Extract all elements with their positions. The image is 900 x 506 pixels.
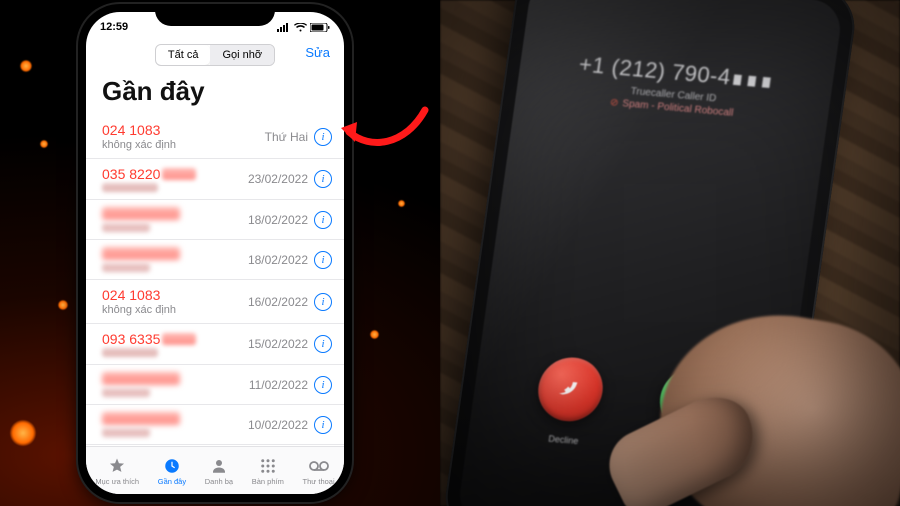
incoming-call-photo: +1 (212) 790-4∎∎∎ Truecaller Caller ID S… (440, 0, 900, 506)
star-icon (107, 456, 127, 476)
call-date: 11/02/2022 (249, 378, 308, 392)
call-date: Thứ Hai (265, 130, 308, 144)
tab-voicemail[interactable]: Thư thoại (303, 456, 335, 486)
call-sublabel (102, 183, 158, 192)
redacted-label (102, 428, 150, 437)
info-icon[interactable]: i (314, 335, 332, 353)
tab-label: Gần đây (158, 477, 186, 486)
person-icon (209, 456, 229, 476)
keypad-icon (258, 456, 278, 476)
hand (580, 236, 900, 506)
redacted-label (102, 223, 150, 232)
notch (155, 4, 275, 26)
ember (58, 300, 68, 310)
page-title: Gần đây (86, 70, 344, 115)
ember (398, 200, 405, 207)
tab-contacts[interactable]: Danh bạ (205, 456, 233, 486)
call-row[interactable]: 11/02/2022 i (86, 365, 344, 405)
tab-label: Thư thoại (303, 477, 335, 486)
call-row[interactable]: 024 1083không xác định 16/02/2022 i (86, 280, 344, 324)
call-sublabel: không xác định (102, 304, 176, 316)
call-row[interactable]: 035 8220 23/02/2022 i (86, 159, 344, 200)
call-date: 15/02/2022 (248, 337, 308, 351)
call-row[interactable]: 024 1083không xác định Thứ Hai i (86, 115, 344, 159)
status-icons (277, 23, 330, 32)
recents-list[interactable]: 024 1083không xác địnhThứ Haii035 822023… (86, 115, 344, 445)
tab-label: Bàn phím (252, 477, 284, 486)
call-row[interactable]: 18/02/2022 i (86, 200, 344, 240)
info-icon[interactable]: i (314, 293, 332, 311)
info-icon[interactable]: i (314, 128, 332, 146)
info-icon[interactable]: i (314, 416, 332, 434)
segment-missed[interactable]: Gọi nhỡ (210, 45, 274, 65)
redacted-number (102, 372, 180, 385)
call-number: 024 1083 (102, 122, 176, 138)
call-sublabel: không xác định (102, 139, 176, 151)
redacted-label (102, 388, 150, 397)
call-row[interactable]: 18/02/2022 i (86, 240, 344, 280)
tab-label: Danh bạ (205, 477, 233, 486)
redacted-label (102, 263, 150, 272)
clock: 12:59 (100, 21, 128, 33)
voicemail-icon (309, 456, 329, 476)
tab-favorites[interactable]: Mục ưa thích (95, 456, 139, 486)
ember (370, 330, 379, 339)
redacted-number (102, 247, 180, 260)
wifi-icon (294, 23, 307, 32)
info-icon[interactable]: i (314, 211, 332, 229)
redacted-number (102, 412, 180, 425)
redacted-number (102, 207, 180, 220)
tab-recents[interactable]: Gần đây (158, 456, 186, 486)
info-icon[interactable]: i (314, 251, 332, 269)
segment-all[interactable]: Tất cả (156, 45, 211, 65)
call-date: 10/02/2022 (248, 418, 308, 432)
clock-icon (162, 456, 182, 476)
composition: 12:59 Tất cả Gọi nhỡ Sửa Gần đây 024 108… (0, 0, 900, 506)
call-number: 024 1083 (102, 287, 176, 303)
ember (20, 60, 32, 72)
call-date: 16/02/2022 (248, 295, 308, 309)
info-icon[interactable]: i (314, 376, 332, 394)
edit-button[interactable]: Sửa (305, 45, 330, 60)
call-date: 18/02/2022 (248, 253, 308, 267)
tab-bar: Mục ưa thích Gần đây Danh bạ Bàn phím Th… (86, 446, 344, 494)
screen: 12:59 Tất cả Gọi nhỡ Sửa Gần đây 024 108… (86, 12, 344, 494)
tab-keypad[interactable]: Bàn phím (252, 456, 284, 486)
call-sublabel (102, 348, 158, 357)
battery-icon (310, 23, 330, 32)
call-number: 093 6335 (102, 331, 196, 347)
call-number: 035 8220 (102, 166, 196, 182)
info-icon[interactable]: i (314, 170, 332, 188)
call-date: 18/02/2022 (248, 213, 308, 227)
signal-icon (277, 23, 291, 32)
call-row[interactable]: 093 6335 15/02/2022 i (86, 324, 344, 365)
ember (10, 420, 36, 446)
tab-label: Mục ưa thích (95, 477, 139, 486)
iphone-recents: 12:59 Tất cả Gọi nhỡ Sửa Gần đây 024 108… (78, 4, 352, 502)
call-row[interactable]: 10/02/2022 i (86, 405, 344, 445)
call-date: 23/02/2022 (248, 172, 308, 186)
ember (40, 140, 48, 148)
